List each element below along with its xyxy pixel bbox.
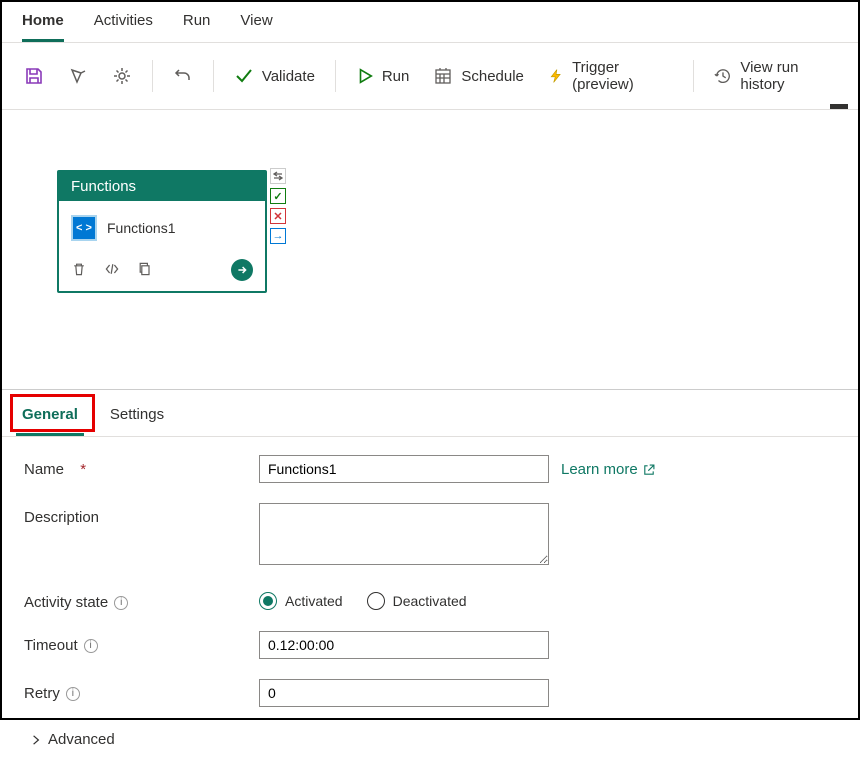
delete-icon[interactable]	[71, 261, 87, 280]
external-link-icon	[642, 463, 656, 477]
activity-name: Functions1	[107, 220, 175, 236]
trigger-label: Trigger (preview)	[572, 59, 673, 93]
activity-body: < > Functions1	[59, 201, 265, 251]
history-label: View run history	[740, 59, 836, 93]
radio-activated-label: Activated	[285, 593, 343, 609]
save-icon	[24, 66, 44, 86]
discard-button[interactable]	[58, 60, 98, 92]
schedule-label: Schedule	[461, 68, 524, 85]
description-input[interactable]	[259, 503, 549, 565]
activity-output-handle[interactable]	[231, 259, 253, 281]
toolbar-separator	[335, 60, 336, 92]
settings-button[interactable]	[102, 60, 142, 92]
advanced-label: Advanced	[48, 731, 115, 748]
radio-icon	[259, 592, 277, 610]
undo-icon	[173, 66, 193, 86]
activity-state-label: Activity state i	[24, 588, 259, 611]
tab-settings[interactable]: Settings	[104, 400, 170, 436]
activity-footer	[59, 251, 265, 291]
undo-button[interactable]	[163, 60, 203, 92]
status-fail-icon[interactable]: ✕	[270, 208, 286, 224]
tab-general[interactable]: General	[16, 400, 84, 436]
discard-icon	[68, 66, 88, 86]
save-button[interactable]	[14, 60, 54, 92]
toolbar-separator	[693, 60, 694, 92]
retry-label: Retry i	[24, 679, 259, 702]
info-icon[interactable]: i	[84, 639, 98, 653]
schedule-button[interactable]: Schedule	[423, 60, 534, 92]
function-icon: < >	[73, 217, 95, 239]
menu-tabs: Home Activities Run View	[2, 2, 858, 43]
radio-activated[interactable]: Activated	[259, 592, 343, 610]
activity-status-icons: ✓ ✕ →	[270, 168, 286, 244]
toolbar-separator	[152, 60, 153, 92]
menu-tab-run[interactable]: Run	[183, 7, 211, 42]
validate-label: Validate	[262, 68, 315, 85]
calendar-icon	[433, 66, 453, 86]
panel-tabs: General Settings	[2, 390, 858, 437]
lightning-icon	[548, 67, 564, 85]
activity-state-radio-group: Activated Deactivated	[259, 588, 467, 610]
chevron-right-icon	[30, 734, 42, 746]
toolbar: Validate Run Schedule Trigger (preview) …	[2, 43, 858, 110]
run-button[interactable]: Run	[346, 61, 420, 91]
retry-input[interactable]	[259, 679, 549, 707]
pipeline-canvas[interactable]: Functions < > Functions1	[2, 110, 858, 390]
description-label: Description	[24, 503, 259, 526]
info-icon[interactable]: i	[66, 687, 80, 701]
validate-button[interactable]: Validate	[224, 60, 325, 92]
activity-icon-wrapper: < >	[71, 215, 97, 241]
status-skip-icon[interactable]: →	[270, 228, 286, 244]
activity-card-functions[interactable]: Functions < > Functions1	[57, 170, 267, 293]
general-form: Name * Learn more Description Activity s…	[2, 437, 858, 770]
learn-more-link[interactable]: Learn more	[561, 461, 656, 478]
copy-icon[interactable]	[137, 261, 153, 280]
menu-tab-home[interactable]: Home	[22, 7, 64, 42]
status-collapse-icon[interactable]	[270, 168, 286, 184]
run-label: Run	[382, 68, 410, 85]
history-icon	[714, 66, 732, 86]
toolbar-separator	[213, 60, 214, 92]
gear-icon	[112, 66, 132, 86]
trigger-button[interactable]: Trigger (preview)	[538, 53, 684, 99]
name-label: Name *	[24, 455, 259, 478]
timeout-label: Timeout i	[24, 631, 259, 654]
timeout-input[interactable]	[259, 631, 549, 659]
radio-deactivated-label: Deactivated	[393, 593, 467, 609]
panel-resize-handle[interactable]	[830, 104, 848, 109]
name-input[interactable]	[259, 455, 549, 483]
play-icon	[356, 67, 374, 85]
code-icon[interactable]	[103, 261, 121, 280]
menu-tab-activities[interactable]: Activities	[94, 7, 153, 42]
activity-header: Functions	[59, 172, 265, 201]
check-icon	[234, 66, 254, 86]
advanced-toggle[interactable]: Advanced	[30, 727, 836, 752]
history-button[interactable]: View run history	[704, 53, 846, 99]
menu-tab-view[interactable]: View	[240, 7, 272, 42]
required-mark: *	[80, 461, 86, 478]
radio-icon	[367, 592, 385, 610]
info-icon[interactable]: i	[114, 596, 128, 610]
radio-deactivated[interactable]: Deactivated	[367, 592, 467, 610]
status-success-icon[interactable]: ✓	[270, 188, 286, 204]
